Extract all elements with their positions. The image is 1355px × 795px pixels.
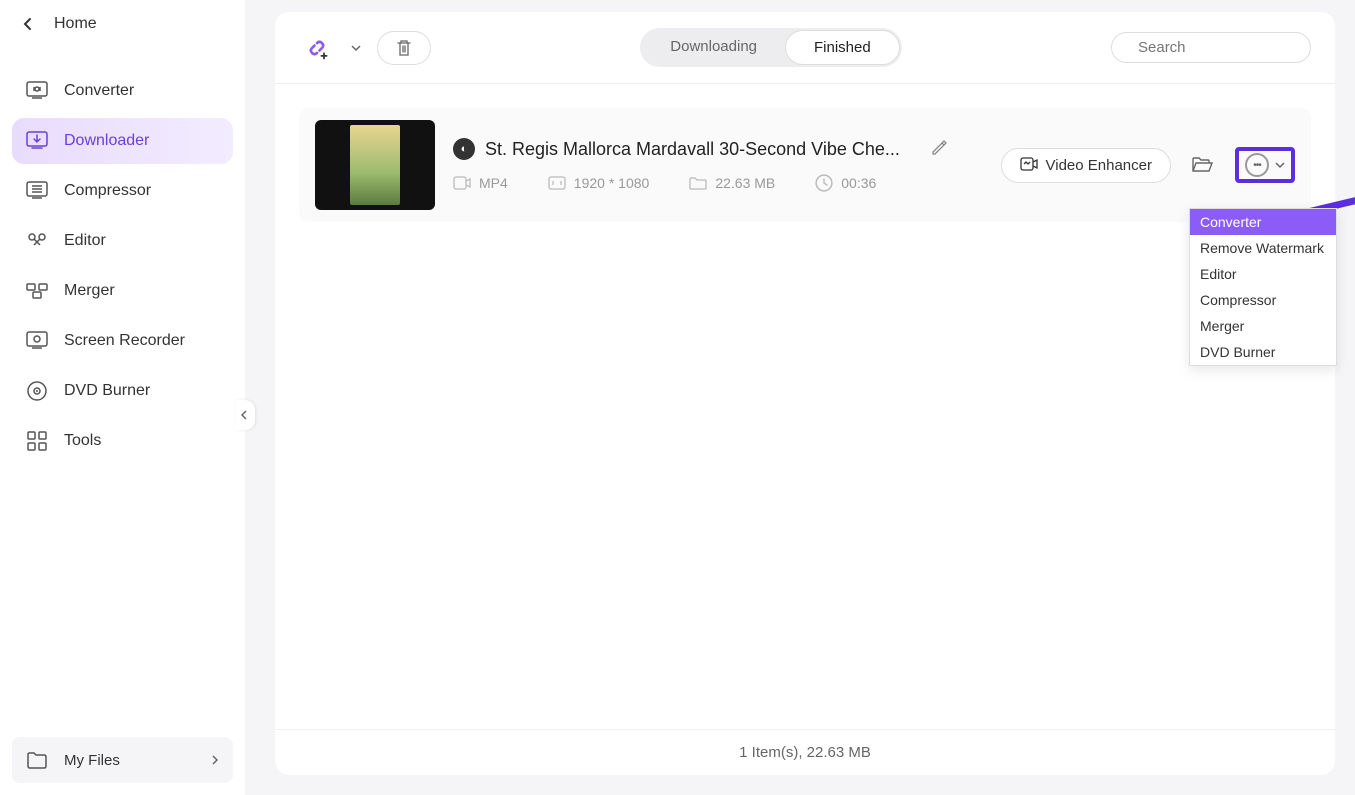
back-button[interactable] — [18, 14, 38, 34]
more-actions-button[interactable]: ••• — [1245, 153, 1269, 177]
nav-label: Compressor — [64, 182, 151, 200]
pencil-icon — [930, 139, 948, 157]
file-title: St. Regis Mallorca Mardavall 30-Second V… — [485, 139, 900, 160]
editor-icon — [26, 230, 48, 252]
nav-label: Downloader — [64, 132, 149, 150]
tools-icon — [26, 430, 48, 452]
folder-open-icon — [1192, 156, 1214, 174]
resolution-value: 1920 * 1080 — [574, 175, 650, 191]
duration-value: 00:36 — [841, 175, 876, 191]
chevron-right-icon — [211, 754, 219, 766]
sidebar-nav: Converter Downloader Compressor Editor M… — [0, 68, 245, 468]
video-icon — [453, 174, 471, 192]
sidebar-footer: My Files — [0, 725, 245, 795]
more-actions-highlight: ••• — [1235, 147, 1295, 183]
tabs: Downloading Finished — [640, 28, 901, 67]
merger-icon — [26, 280, 48, 302]
downloader-icon — [26, 130, 48, 152]
folder-icon — [689, 174, 707, 192]
resolution-meta: 1920 * 1080 — [548, 174, 650, 192]
file-body: ◐ St. Regis Mallorca Mardavall 30-Second… — [453, 138, 983, 192]
more-actions-menu: Converter Remove Watermark Editor Compre… — [1189, 208, 1337, 366]
sidebar: Home Converter Downloader Compressor Edi… — [0, 0, 245, 795]
tab-downloading[interactable]: Downloading — [642, 30, 785, 65]
converter-icon — [26, 80, 48, 102]
menu-option-merger[interactable]: Merger — [1190, 313, 1336, 339]
link-plus-icon — [303, 34, 331, 62]
file-title-row: ◐ St. Regis Mallorca Mardavall 30-Second… — [453, 138, 983, 160]
dvd-burner-icon — [26, 380, 48, 402]
sidebar-item-tools[interactable]: Tools — [12, 418, 233, 464]
nav-label: DVD Burner — [64, 382, 150, 400]
thumbnail-image — [350, 125, 400, 205]
file-item[interactable]: ◐ St. Regis Mallorca Mardavall 30-Second… — [299, 108, 1311, 222]
enhancer-icon — [1020, 157, 1038, 173]
add-url-button[interactable] — [299, 30, 335, 66]
sidebar-item-converter[interactable]: Converter — [12, 68, 233, 114]
menu-option-compressor[interactable]: Compressor — [1190, 287, 1336, 313]
enhancer-label: Video Enhancer — [1046, 157, 1152, 174]
resolution-icon — [548, 174, 566, 192]
format-meta: MP4 — [453, 174, 508, 192]
sidebar-item-compressor[interactable]: Compressor — [12, 168, 233, 214]
sidebar-header: Home — [0, 0, 245, 48]
sidebar-item-downloader[interactable]: Downloader — [12, 118, 233, 164]
search-box[interactable] — [1111, 32, 1311, 63]
sidebar-item-screen-recorder[interactable]: Screen Recorder — [12, 318, 233, 364]
main: Downloading Finished ◐ St. Regis Mallorc… — [245, 0, 1355, 795]
chevron-down-icon — [1275, 161, 1285, 169]
status-bar: 1 Item(s), 22.63 MB — [275, 729, 1335, 775]
size-meta: 22.63 MB — [689, 174, 775, 192]
more-dropdown-chevron[interactable] — [1275, 161, 1285, 169]
home-label[interactable]: Home — [54, 15, 97, 33]
folder-icon — [26, 749, 48, 771]
url-dropdown-chevron[interactable] — [349, 41, 363, 55]
duration-meta: 00:36 — [815, 174, 876, 192]
clock-icon — [815, 174, 833, 192]
chevron-left-icon — [23, 17, 33, 31]
file-list: ◐ St. Regis Mallorca Mardavall 30-Second… — [275, 84, 1335, 729]
format-value: MP4 — [479, 175, 508, 191]
toolbar: Downloading Finished — [275, 12, 1335, 84]
sidebar-item-editor[interactable]: Editor — [12, 218, 233, 264]
video-thumbnail[interactable] — [315, 120, 435, 210]
nav-label: Converter — [64, 82, 134, 100]
source-badge-icon: ◐ — [453, 138, 475, 160]
sidebar-collapse-handle[interactable] — [235, 400, 255, 430]
file-meta: MP4 1920 * 1080 22.63 MB 00:36 — [453, 174, 983, 192]
content-card: Downloading Finished ◐ St. Regis Mallorc… — [275, 12, 1335, 775]
nav-label: Screen Recorder — [64, 332, 185, 350]
compressor-icon — [26, 180, 48, 202]
chevron-left-icon — [241, 410, 249, 420]
trash-icon — [396, 39, 412, 57]
nav-label: Tools — [64, 432, 101, 450]
sidebar-item-dvd-burner[interactable]: DVD Burner — [12, 368, 233, 414]
nav-label: Editor — [64, 232, 106, 250]
menu-option-editor[interactable]: Editor — [1190, 261, 1336, 287]
video-enhancer-button[interactable]: Video Enhancer — [1001, 148, 1171, 183]
nav-label: Merger — [64, 282, 115, 300]
my-files-button[interactable]: My Files — [12, 737, 233, 783]
chevron-down-icon — [351, 44, 361, 52]
tab-finished[interactable]: Finished — [785, 30, 900, 65]
size-value: 22.63 MB — [715, 175, 775, 191]
menu-option-dvd-burner[interactable]: DVD Burner — [1190, 339, 1336, 365]
open-folder-button[interactable] — [1189, 151, 1217, 179]
menu-option-remove-watermark[interactable]: Remove Watermark — [1190, 235, 1336, 261]
my-files-label: My Files — [64, 752, 195, 769]
edit-title-button[interactable] — [930, 139, 950, 159]
sidebar-item-merger[interactable]: Merger — [12, 268, 233, 314]
menu-option-converter[interactable]: Converter — [1190, 209, 1336, 235]
delete-button[interactable] — [377, 31, 431, 65]
screen-recorder-icon — [26, 330, 48, 352]
search-input[interactable] — [1138, 39, 1337, 56]
